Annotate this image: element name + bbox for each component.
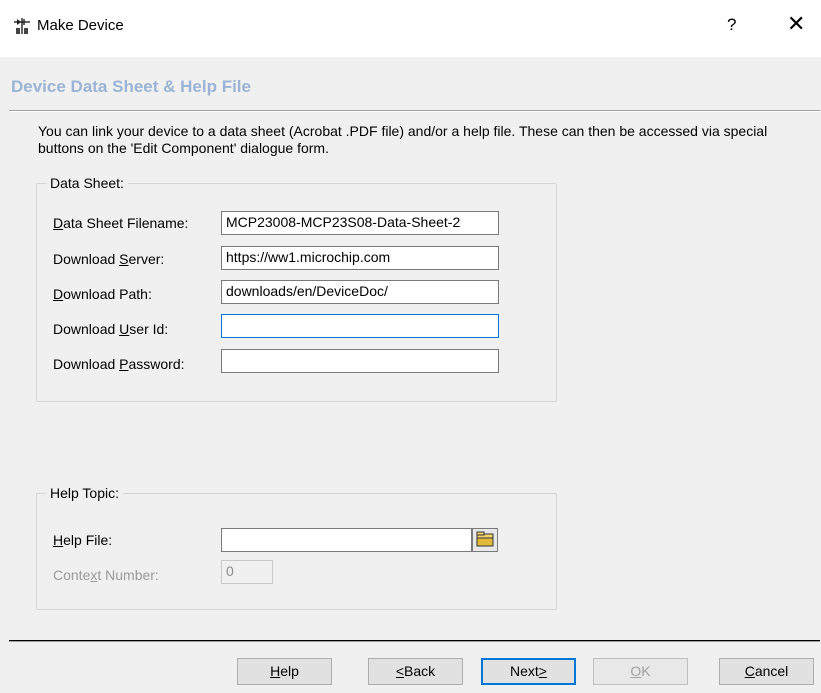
data-sheet-filename-input[interactable]: MCP23008-MCP23S08-Data-Sheet-2 [221, 211, 499, 235]
help-file-label: Help File: [53, 532, 113, 548]
context-number-label: Context Number: [53, 567, 159, 583]
footer-divider-shadow [9, 641, 820, 642]
download-path-input[interactable]: downloads/en/DeviceDoc/ [221, 280, 499, 304]
header-divider-highlight [9, 111, 820, 112]
device-app-icon [13, 17, 31, 35]
help-button[interactable]: Help [237, 658, 332, 685]
download-user-id-input[interactable] [221, 314, 499, 338]
download-password-input[interactable] [221, 349, 499, 373]
browse-folder-button[interactable] [472, 528, 498, 552]
data-sheet-legend: Data Sheet: [46, 175, 128, 191]
download-path-label: Download Path: [53, 286, 152, 302]
context-number-input: 0 [221, 560, 273, 584]
window-title: Make Device [37, 17, 124, 34]
page-description: You can link your device to a data sheet… [38, 123, 768, 156]
next-button[interactable]: Next> [481, 658, 576, 685]
back-button[interactable]: <Back [368, 658, 463, 685]
help-topic-legend: Help Topic: [46, 485, 124, 501]
download-server-label: Download Server: [53, 251, 165, 267]
folder-icon [476, 531, 494, 547]
download-user-id-label: Download User Id: [53, 321, 169, 337]
help-icon[interactable]: ? [727, 15, 736, 35]
ok-button: OK [593, 658, 688, 685]
data-sheet-filename-label: Data Sheet Filename: [53, 215, 189, 231]
help-file-input[interactable] [221, 528, 472, 552]
page-title: Device Data Sheet & Help File [11, 77, 251, 96]
cancel-button[interactable]: Cancel [719, 658, 814, 685]
download-server-input[interactable]: https://ww1.microchip.com [221, 246, 499, 270]
download-password-label: Download Password: [53, 356, 185, 372]
close-icon[interactable]: ✕ [787, 11, 805, 37]
